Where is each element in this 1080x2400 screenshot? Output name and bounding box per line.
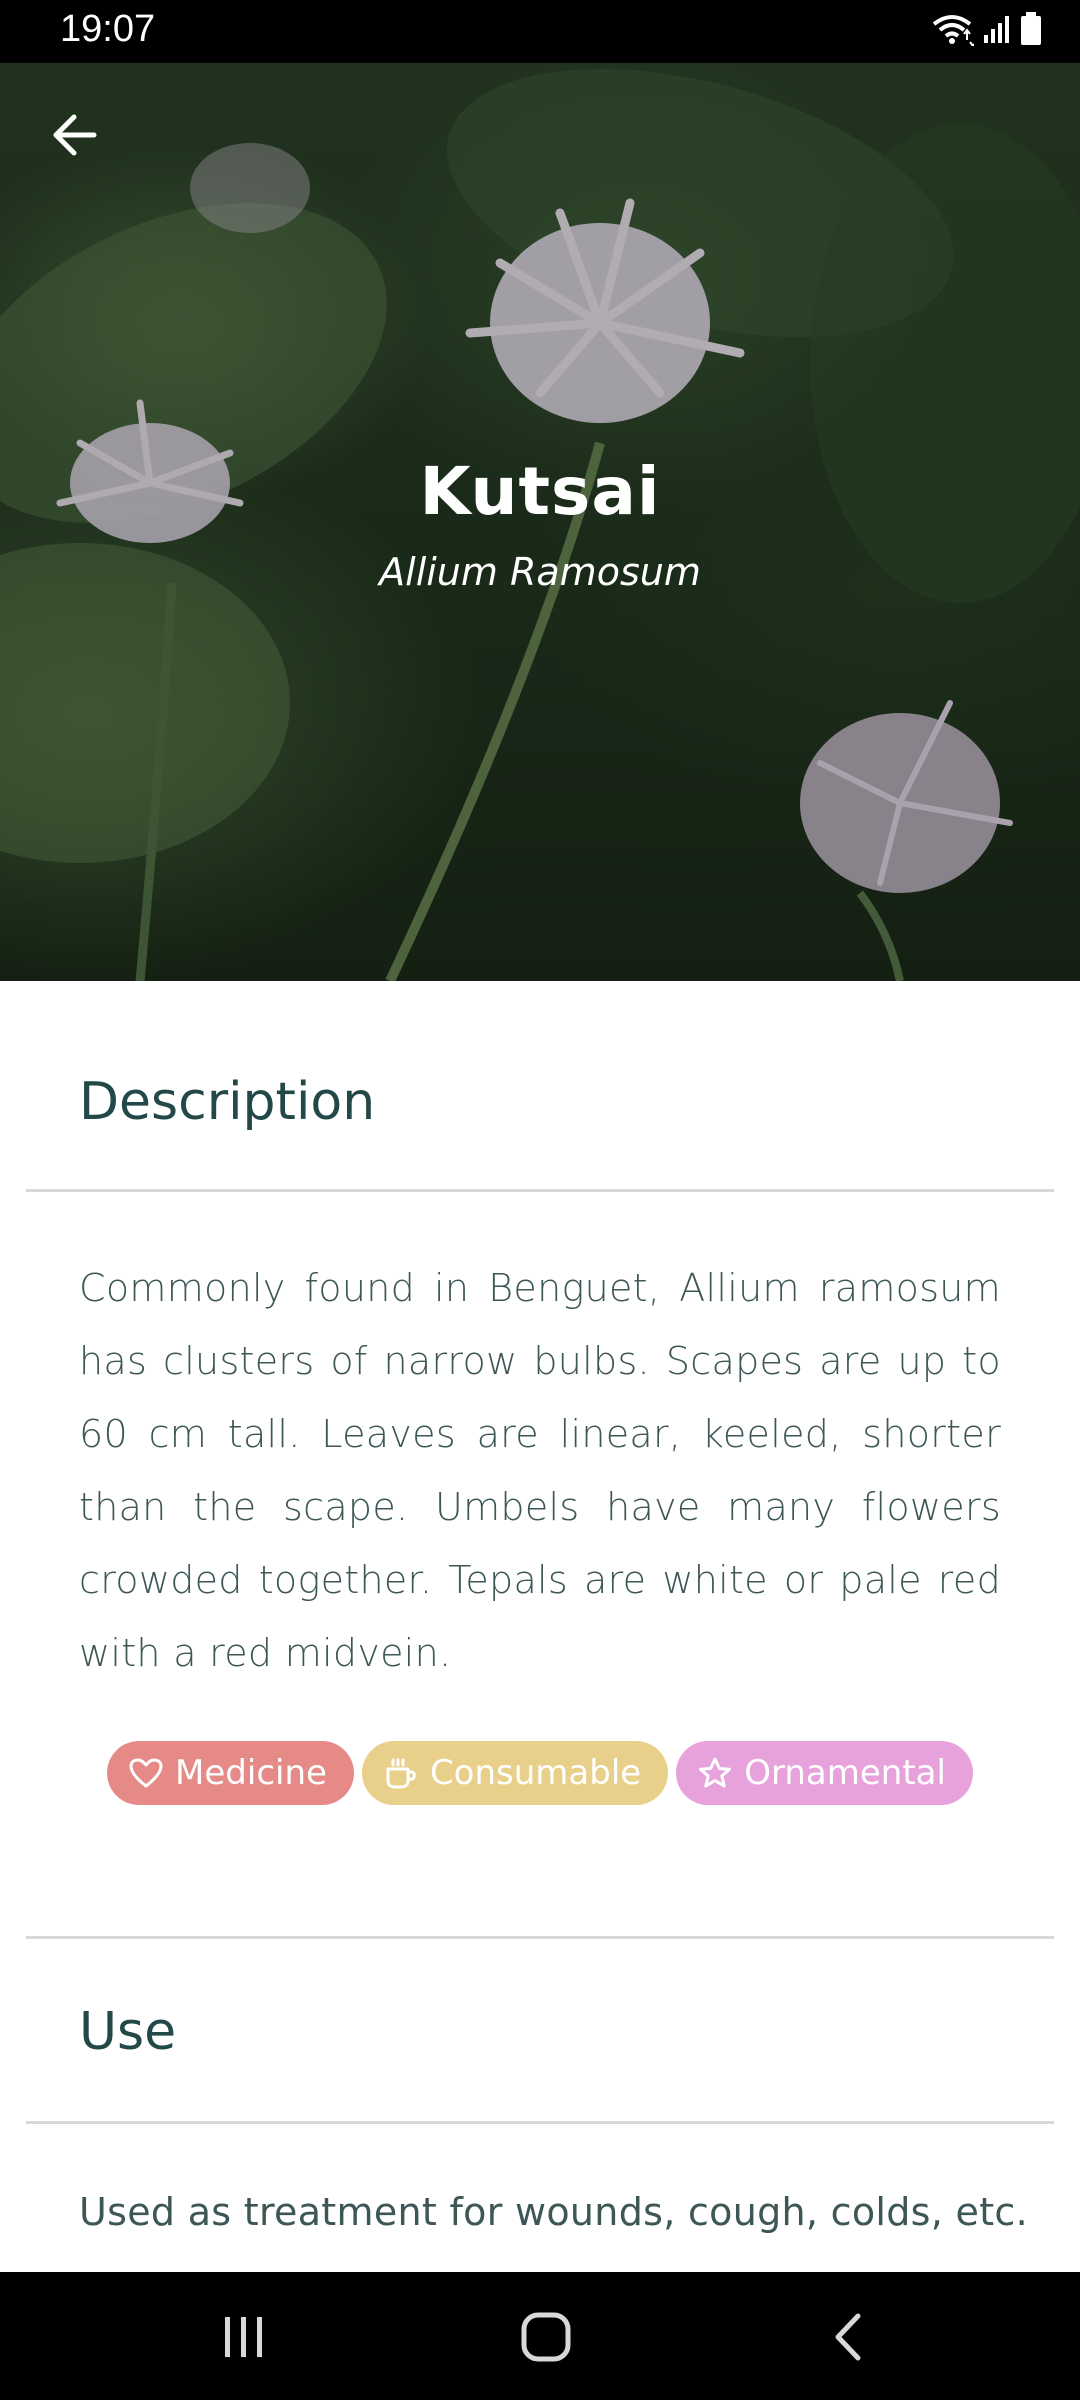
plant-hero-image: Kutsai Allium Ramosum <box>0 63 1080 981</box>
status-icons <box>930 11 1042 51</box>
cup-icon <box>386 1758 416 1789</box>
divider <box>26 1936 1054 1939</box>
plant-tags: Medicine Consumable Ornamental <box>0 1741 1080 1805</box>
tag-consumable[interactable]: Consumable <box>361 1741 669 1805</box>
chevron-left-icon <box>835 2313 861 2361</box>
description-title: Description <box>79 1072 376 1132</box>
tag-medicine[interactable]: Medicine <box>107 1741 354 1805</box>
status-bar: 19:07 <box>0 0 1080 63</box>
divider <box>26 2121 1054 2124</box>
nav-back-button[interactable] <box>808 2302 888 2372</box>
back-button[interactable] <box>44 105 104 165</box>
battery-icon <box>1020 11 1042 51</box>
status-time: 19:07 <box>60 8 156 50</box>
tag-label: Consumable <box>429 1753 642 1793</box>
tag-label: Ornamental <box>744 1753 946 1793</box>
tag-label: Medicine <box>175 1753 327 1793</box>
star-icon <box>699 1757 732 1788</box>
recent-apps-button[interactable] <box>204 2302 284 2372</box>
signal-icon <box>982 13 1012 50</box>
description-text: Commonly found in Benguet, Allium ramosu… <box>79 1266 1001 1675</box>
use-text: Used as treatment for wounds, cough, col… <box>79 2190 1028 2234</box>
home-button[interactable] <box>506 2302 586 2372</box>
wifi-icon <box>930 12 977 51</box>
home-icon <box>521 2312 571 2362</box>
plant-name: Kutsai <box>419 453 661 530</box>
tag-ornamental[interactable]: Ornamental <box>676 1741 973 1805</box>
plant-scientific-name: Allium Ramosum <box>379 550 701 594</box>
arrow-left-icon <box>53 114 97 156</box>
divider <box>26 1189 1054 1192</box>
use-title: Use <box>79 2002 177 2062</box>
recent-apps-icon <box>225 2317 262 2357</box>
heart-icon <box>129 1758 163 1788</box>
system-nav-bar <box>0 2272 1080 2400</box>
